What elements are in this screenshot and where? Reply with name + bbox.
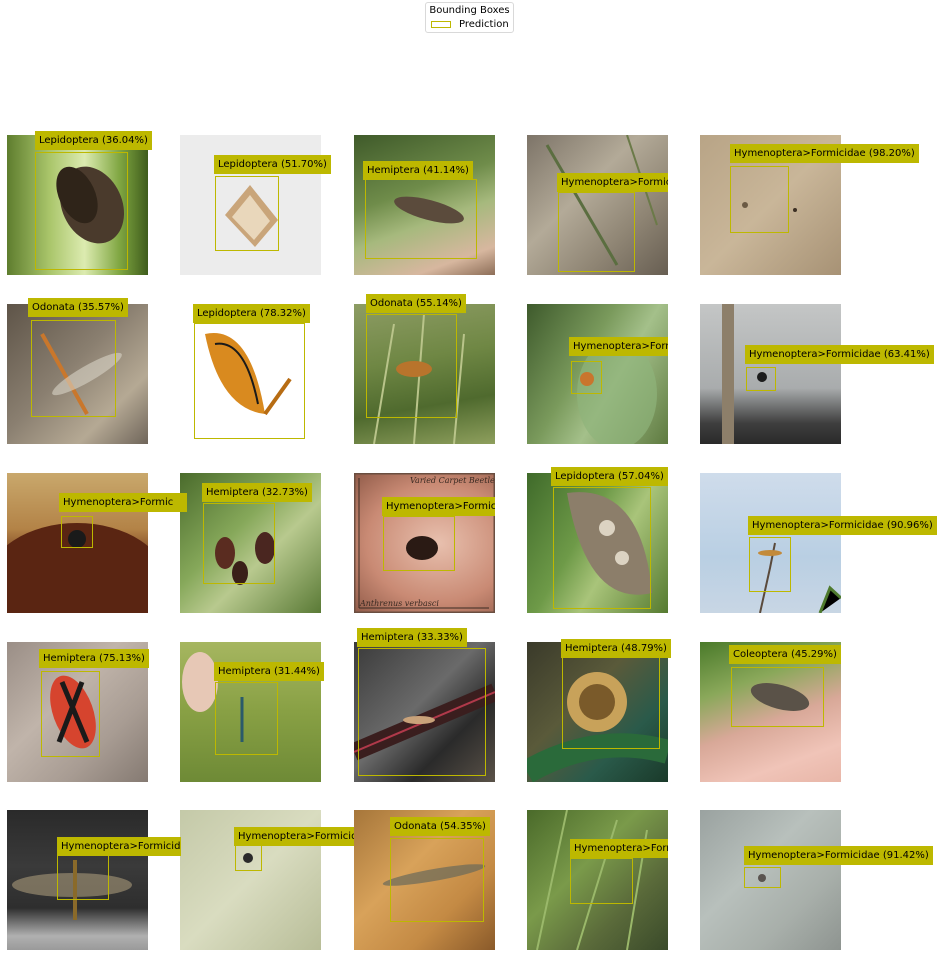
prediction-label: Hymenoptera>Formicidae — [570, 839, 668, 858]
bounding-box — [215, 682, 278, 755]
bounding-box — [570, 858, 633, 904]
card-caption: Anthrenus verbasci — [360, 599, 439, 608]
bounding-box — [358, 648, 486, 776]
prediction-label: Hymenoptera>Formicidae (63.41%) — [745, 345, 934, 364]
bounding-box — [61, 516, 93, 548]
bounding-box — [366, 314, 457, 418]
bounding-box — [749, 537, 791, 592]
tile: Hymenoptera>Formicidae — [527, 304, 668, 444]
prediction-label: Hymenoptera>Formicid — [234, 827, 354, 846]
card-title: Varied Carpet Beetle — [410, 476, 495, 485]
tile: Hymenoptera>Formicid — [180, 810, 354, 950]
prediction-label: Hemiptera (33.33%) — [357, 628, 467, 647]
bounding-box — [744, 867, 781, 888]
bounding-box — [57, 854, 109, 900]
prediction-label: Odonata (54.35%) — [390, 817, 490, 836]
bounding-box — [194, 323, 305, 439]
bounding-box — [553, 487, 651, 609]
prediction-label: Odonata (35.57%) — [28, 298, 128, 317]
prediction-label: Hymenoptera>Formicidae (98.20%) — [730, 144, 919, 163]
bounding-box — [365, 179, 477, 259]
tile: Lepidoptera (51.70%) — [180, 135, 331, 275]
tile: Hymenoptera>Formicidae (91.42%) — [700, 810, 933, 950]
prediction-label: Hymenoptera>Formicidae (91.42%) — [744, 846, 933, 865]
bounding-box — [558, 192, 635, 272]
tile: Hymenoptera>Formicidae (63.41%) — [700, 304, 934, 444]
tile: Hemiptera (32.73%) — [180, 473, 321, 613]
prediction-label: Lepidoptera (57.04%) — [551, 467, 668, 486]
bounding-box — [31, 320, 116, 417]
prediction-label: Lepidoptera (36.04%) — [35, 131, 152, 150]
prediction-label: Hymenoptera>Formicid — [57, 837, 181, 856]
bounding-box — [731, 667, 824, 727]
bounding-box — [730, 166, 789, 233]
bounding-box — [215, 176, 279, 251]
bounding-box — [562, 657, 660, 749]
bounding-box — [41, 671, 100, 757]
prediction-label: Hemiptera (41.14%) — [363, 161, 473, 180]
tile: Hemiptera (75.13%) — [7, 642, 149, 782]
tile: Odonata (54.35%) — [354, 810, 495, 950]
prediction-label: Hymenoptera>Formicidae — [569, 337, 668, 356]
prediction-label: Coleoptera (45.29%) — [729, 645, 841, 664]
prediction-label: Lepidoptera (78.32%) — [193, 304, 310, 323]
tile: Hymenoptera>Formicidae — [527, 810, 668, 950]
prediction-label: Hymenoptera>Formicidae ( — [557, 173, 668, 192]
tile: Lepidoptera (36.04%) — [7, 131, 152, 275]
bounding-box — [390, 838, 484, 922]
tile: Coleoptera (45.29%) — [700, 642, 841, 782]
tile: Hymenoptera>Formicidae ( — [527, 135, 668, 275]
tile: Odonata (35.57%) — [7, 298, 148, 444]
prediction-label: Hemiptera (31.44%) — [214, 662, 324, 681]
prediction-label: Hymenoptera>Formic — [59, 493, 187, 512]
tile: Hemiptera (33.33%) — [354, 628, 495, 782]
tile: Hymenoptera>Formicidae (98.20%) — [700, 135, 919, 275]
prediction-label: Hemiptera (32.73%) — [202, 483, 312, 502]
tile: Hemiptera (41.14%) — [354, 135, 495, 275]
bounding-box — [571, 361, 602, 394]
bounding-box — [35, 152, 128, 270]
prediction-swatch — [431, 21, 451, 28]
tile: Hymenoptera>Formic — [7, 473, 187, 613]
legend-title: Bounding Boxes — [429, 5, 510, 16]
tile: Hemiptera (48.79%) — [527, 639, 671, 782]
bounding-box — [746, 367, 776, 391]
tile: Hemiptera (31.44%) — [180, 642, 324, 782]
tile: Hymenoptera>Formicid — [7, 810, 181, 950]
tile: Lepidoptera (57.04%) — [527, 467, 668, 613]
prediction-label: Hymenoptera>Formicidae (4 — [382, 497, 495, 516]
bounding-box — [235, 845, 262, 871]
tile: Hymenoptera>Formicidae (90.96%) — [700, 473, 937, 613]
tile: Odonata (55.14%) — [354, 294, 495, 444]
legend: Bounding Boxes Prediction — [425, 2, 514, 33]
prediction-label: Odonata (55.14%) — [366, 294, 466, 313]
prediction-label: Hymenoptera>Formicidae (90.96%) — [748, 516, 937, 535]
prediction-label: Hemiptera (48.79%) — [561, 639, 671, 658]
prediction-label: Hemiptera (75.13%) — [39, 649, 149, 668]
bounding-box — [203, 503, 275, 584]
tile: Varied Carpet Beetle Anthrenus verbasci … — [354, 473, 495, 613]
bounding-box — [383, 516, 455, 571]
legend-entry: Prediction — [459, 19, 509, 30]
prediction-label: Lepidoptera (51.70%) — [214, 155, 331, 174]
tile: Lepidoptera (78.32%) — [180, 304, 321, 444]
